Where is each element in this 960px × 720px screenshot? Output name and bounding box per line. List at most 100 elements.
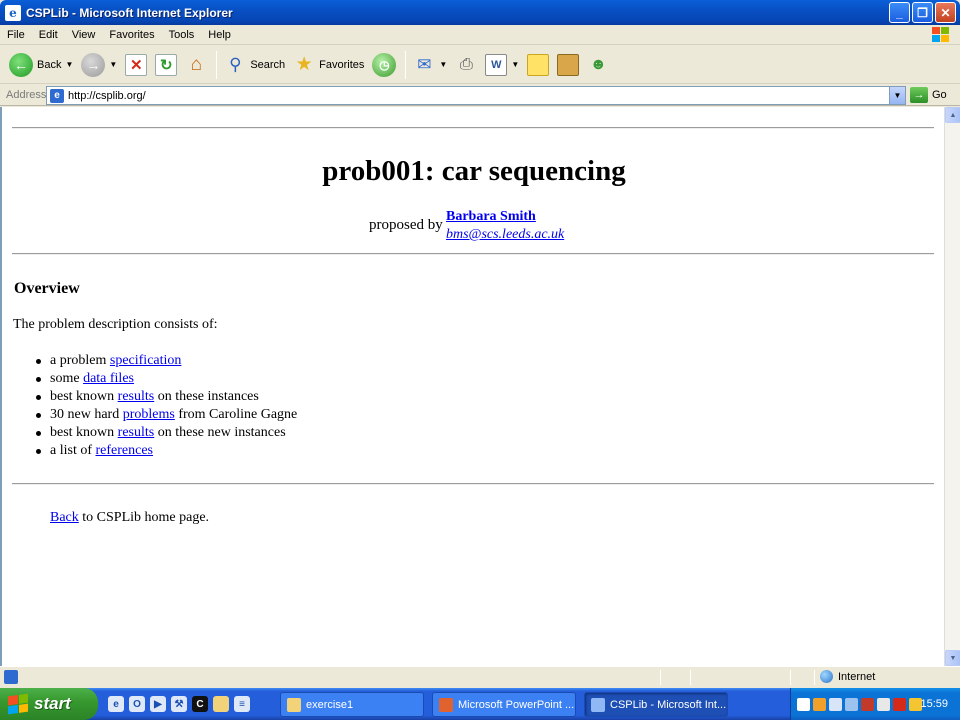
tray-ati-icon[interactable] [893, 697, 906, 711]
quick-launch: e O ▶ ⚒ C ≡ [108, 696, 250, 712]
menu-view[interactable]: View [65, 29, 103, 41]
note-icon [527, 53, 550, 76]
menu-help[interactable]: Help [201, 29, 238, 41]
page-icon: e [50, 88, 64, 103]
discuss-button[interactable] [524, 50, 552, 80]
task-label: CSPLib - Microsoft Int... [610, 698, 727, 711]
refresh-icon: ↻ [155, 53, 178, 76]
favorites-button[interactable]: ★ Favorites [290, 50, 367, 80]
window-title: CSPLib - Microsoft Internet Explorer [26, 5, 233, 20]
window-controls: _ ❐ ✕ [889, 2, 956, 23]
proposer-name-link[interactable]: Barbara Smith [446, 208, 564, 226]
list-item: a problem specification [35, 352, 297, 370]
back-line: Back to CSPLib home page. [50, 510, 210, 525]
messenger-icon: ☻ [589, 55, 607, 73]
close-button[interactable]: ✕ [935, 2, 956, 23]
windows-logo-icon [932, 27, 949, 42]
search-button[interactable]: ⚲ Search [221, 50, 288, 80]
tray-flag-icon[interactable] [861, 697, 874, 711]
history-clock-icon: ◷ [372, 52, 397, 77]
back-link[interactable]: Back [50, 510, 79, 525]
proposer-email-link[interactable]: bms@scs.leeds.ac.uk [446, 226, 564, 244]
system-tray: 15:59 [790, 688, 960, 720]
maximize-button[interactable]: ❐ [912, 2, 933, 23]
list-item: some data files [35, 370, 297, 388]
home-button[interactable]: ⌂ [182, 50, 210, 80]
task-exercise1[interactable]: exercise1 [280, 692, 424, 717]
start-button[interactable]: start [0, 688, 98, 720]
forward-dropdown-icon[interactable]: ▼ [109, 60, 117, 69]
address-dropdown-icon[interactable]: ▼ [889, 87, 905, 104]
forward-button[interactable]: → ▼ [78, 50, 120, 80]
security-zone: Internet [820, 670, 875, 683]
menu-tools[interactable]: Tools [162, 29, 202, 41]
minimize-button[interactable]: _ [889, 2, 910, 23]
go-button[interactable]: → Go [910, 87, 947, 103]
mail-button[interactable]: ✉ ▼ [410, 50, 450, 80]
ie-icon [591, 697, 605, 712]
menu-edit[interactable]: Edit [32, 29, 65, 41]
folder-quicklaunch-icon[interactable] [213, 696, 229, 712]
media-quicklaunch-icon[interactable]: ▶ [150, 696, 166, 712]
results-link[interactable]: results [118, 389, 155, 404]
forward-arrow-icon: → [81, 52, 106, 77]
tray-volume-icon[interactable] [877, 697, 890, 711]
clock[interactable]: 15:59 [920, 698, 948, 710]
specification-link[interactable]: specification [110, 353, 182, 368]
address-field[interactable]: e ▼ [46, 86, 906, 105]
vertical-scrollbar[interactable]: ▲ ▼ [944, 107, 960, 666]
menu-favorites[interactable]: Favorites [102, 29, 161, 41]
address-input[interactable] [68, 89, 888, 102]
mail-icon: ✉ [417, 54, 432, 74]
proposed-by-text: proposed by [369, 217, 443, 233]
scroll-up-icon[interactable]: ▲ [945, 107, 960, 123]
windows-flag-icon [8, 693, 28, 715]
powerpoint-icon [439, 697, 453, 712]
problems-link[interactable]: problems [123, 407, 175, 422]
task-powerpoint[interactable]: Microsoft PowerPoint ... [432, 692, 576, 717]
go-arrow-icon: → [910, 87, 928, 103]
mail-dropdown-icon[interactable]: ▼ [439, 60, 447, 69]
ie-app-icon: e [5, 4, 21, 21]
horizontal-rule [12, 127, 934, 129]
references-link[interactable]: references [96, 443, 154, 458]
back-dropdown-icon[interactable]: ▼ [65, 60, 73, 69]
start-label: start [34, 694, 71, 713]
refresh-button[interactable]: ↻ [152, 50, 180, 80]
page-content: prob001: car sequencing proposed by Barb… [0, 107, 944, 666]
status-bar: Internet [0, 666, 960, 687]
standard-toolbar: ← Back ▼ → ▼ ✕ ↻ ⌂ ⚲ Search ★ Favorites … [0, 46, 960, 84]
tray-alert-icon[interactable] [813, 697, 826, 711]
intro-text: The problem description consists of: [13, 317, 218, 332]
tray-search-icon[interactable] [829, 697, 842, 711]
search-icon: ⚲ [229, 54, 242, 74]
cmd-quicklaunch-icon[interactable]: C [192, 696, 208, 712]
menu-file[interactable]: File [0, 29, 32, 41]
status-separator [790, 670, 791, 685]
data-files-link[interactable]: data files [83, 371, 134, 386]
status-separator [690, 670, 691, 685]
stop-button[interactable]: ✕ [122, 50, 150, 80]
task-csplib-ie[interactable]: CSPLib - Microsoft Int... [584, 692, 728, 717]
edit-dropdown-icon[interactable]: ▼ [511, 60, 519, 69]
notepad-quicklaunch-icon[interactable]: ≡ [234, 696, 250, 712]
description-list: a problem specification some data files … [35, 352, 297, 460]
proposer-block: Barbara Smith bms@scs.leeds.ac.uk [446, 208, 564, 244]
back-button[interactable]: ← Back ▼ [6, 50, 76, 80]
history-button[interactable]: ◷ [369, 50, 399, 80]
outlook-quicklaunch-icon[interactable]: O [129, 696, 145, 712]
print-button[interactable]: ⎙ [452, 50, 480, 80]
research-button[interactable] [554, 50, 582, 80]
tool-quicklaunch-icon[interactable]: ⚒ [171, 696, 187, 712]
tray-chevron-icon[interactable] [797, 697, 810, 711]
scroll-down-icon[interactable]: ▼ [945, 650, 960, 666]
task-label: Microsoft PowerPoint ... [458, 698, 575, 711]
taskbar: start e O ▶ ⚒ C ≡ exercise1 Microsoft Po… [0, 688, 960, 720]
home-icon: ⌂ [190, 53, 203, 75]
new-results-link[interactable]: results [118, 425, 155, 440]
messenger-button[interactable]: ☻ [584, 50, 612, 80]
ie-quicklaunch-icon[interactable]: e [108, 696, 124, 712]
edit-button[interactable]: W ▼ [482, 50, 522, 80]
page-status-icon [4, 670, 18, 684]
tray-network-icon[interactable] [845, 697, 858, 711]
